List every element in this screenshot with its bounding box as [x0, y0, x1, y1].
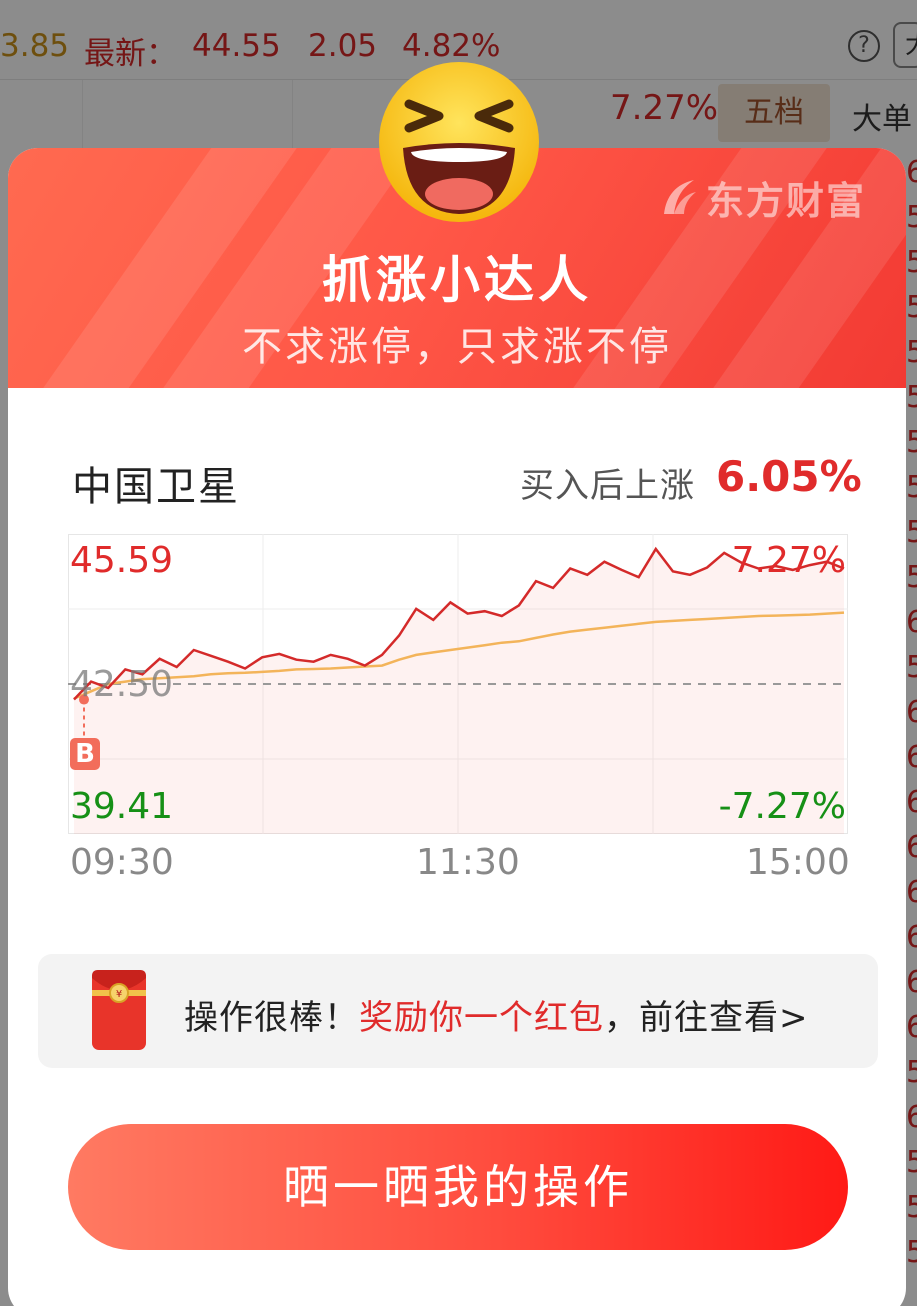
stock-name: 中国卫星: [72, 464, 240, 510]
rise-label: 买入后上涨: [520, 466, 695, 506]
brand-logo: 东方财富: [660, 170, 866, 225]
intraday-chart: 45.59 7.27% 42.50 39.41 -7.27% B: [68, 534, 848, 834]
modal-subtitle: 不求涨停，只求涨不停: [242, 324, 672, 370]
y-min-pct: -7.27%: [718, 786, 846, 827]
y-max-pct: 7.27%: [731, 540, 846, 581]
share-operation-button[interactable]: 晒一晒我的操作: [68, 1124, 848, 1250]
brand-mark-icon: [664, 179, 696, 214]
x-tick-label: 15:00: [746, 842, 850, 883]
reward-praise: 操作很棒！: [184, 998, 359, 1038]
y-mid-label: 42.50: [70, 664, 174, 705]
reward-highlight: 奖励你一个红包: [359, 998, 604, 1038]
buy-badge: B: [70, 738, 100, 770]
reward-message[interactable]: 操作很棒！奖励你一个红包，前往查看>: [184, 990, 809, 1039]
x-tick-label: 09:30: [70, 842, 174, 883]
rise-value: 6.05%: [716, 452, 862, 501]
brand-name: 东方财富: [706, 179, 867, 223]
y-min-label: 39.41: [70, 786, 174, 827]
modal-title: 抓涨小达人: [322, 251, 592, 309]
red-envelope-icon: ¥: [92, 970, 146, 1050]
y-max-label: 45.59: [70, 540, 174, 581]
laughing-emoji-icon: [379, 62, 539, 222]
x-tick-label: 11:30: [416, 842, 520, 883]
svg-text:¥: ¥: [116, 989, 122, 1000]
reward-banner[interactable]: ¥ 操作很棒！奖励你一个红包，前往查看>: [38, 954, 878, 1068]
reward-link[interactable]: ，前往查看>: [604, 998, 809, 1038]
achievement-modal: 东方财富 抓涨小达人 不求涨停，只求涨不停 中国卫星 买入后上涨 6.05% 4…: [8, 148, 906, 1306]
